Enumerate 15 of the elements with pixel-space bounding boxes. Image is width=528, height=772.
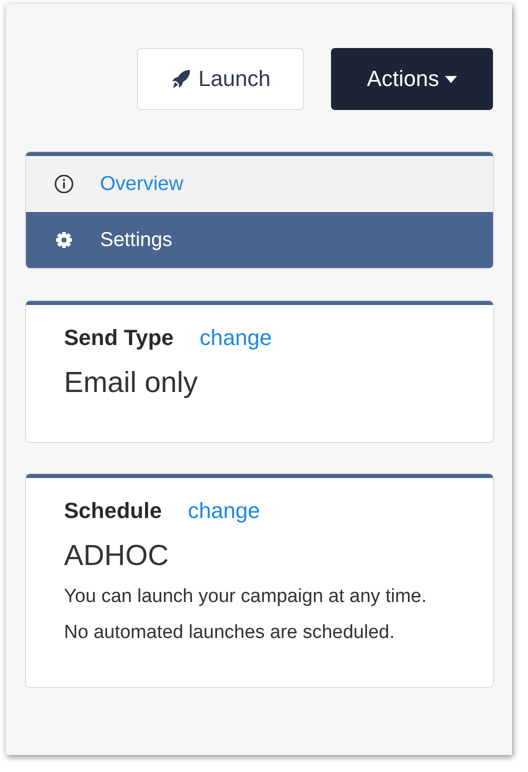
card-value: ADHOC — [64, 540, 170, 573]
card-description: You can launch your campaign at any time. No automated launches are scheduled. — [64, 585, 428, 645]
actions-button[interactable]: Actions — [331, 48, 493, 110]
change-link[interactable]: change — [200, 325, 272, 351]
nav-item[interactable]: Overview — [26, 156, 493, 212]
settings-icon — [54, 230, 74, 250]
card-title: Send Type — [64, 325, 174, 351]
launch-button[interactable]: Launch — [137, 48, 304, 110]
change-link[interactable]: change — [188, 498, 260, 524]
info-icon — [54, 174, 74, 194]
card-title: Schedule — [64, 498, 162, 524]
card-value: Email only — [64, 367, 199, 400]
caret-icon — [445, 76, 458, 82]
nav-item[interactable]: Settings — [26, 212, 493, 268]
rocket-icon — [170, 68, 192, 90]
